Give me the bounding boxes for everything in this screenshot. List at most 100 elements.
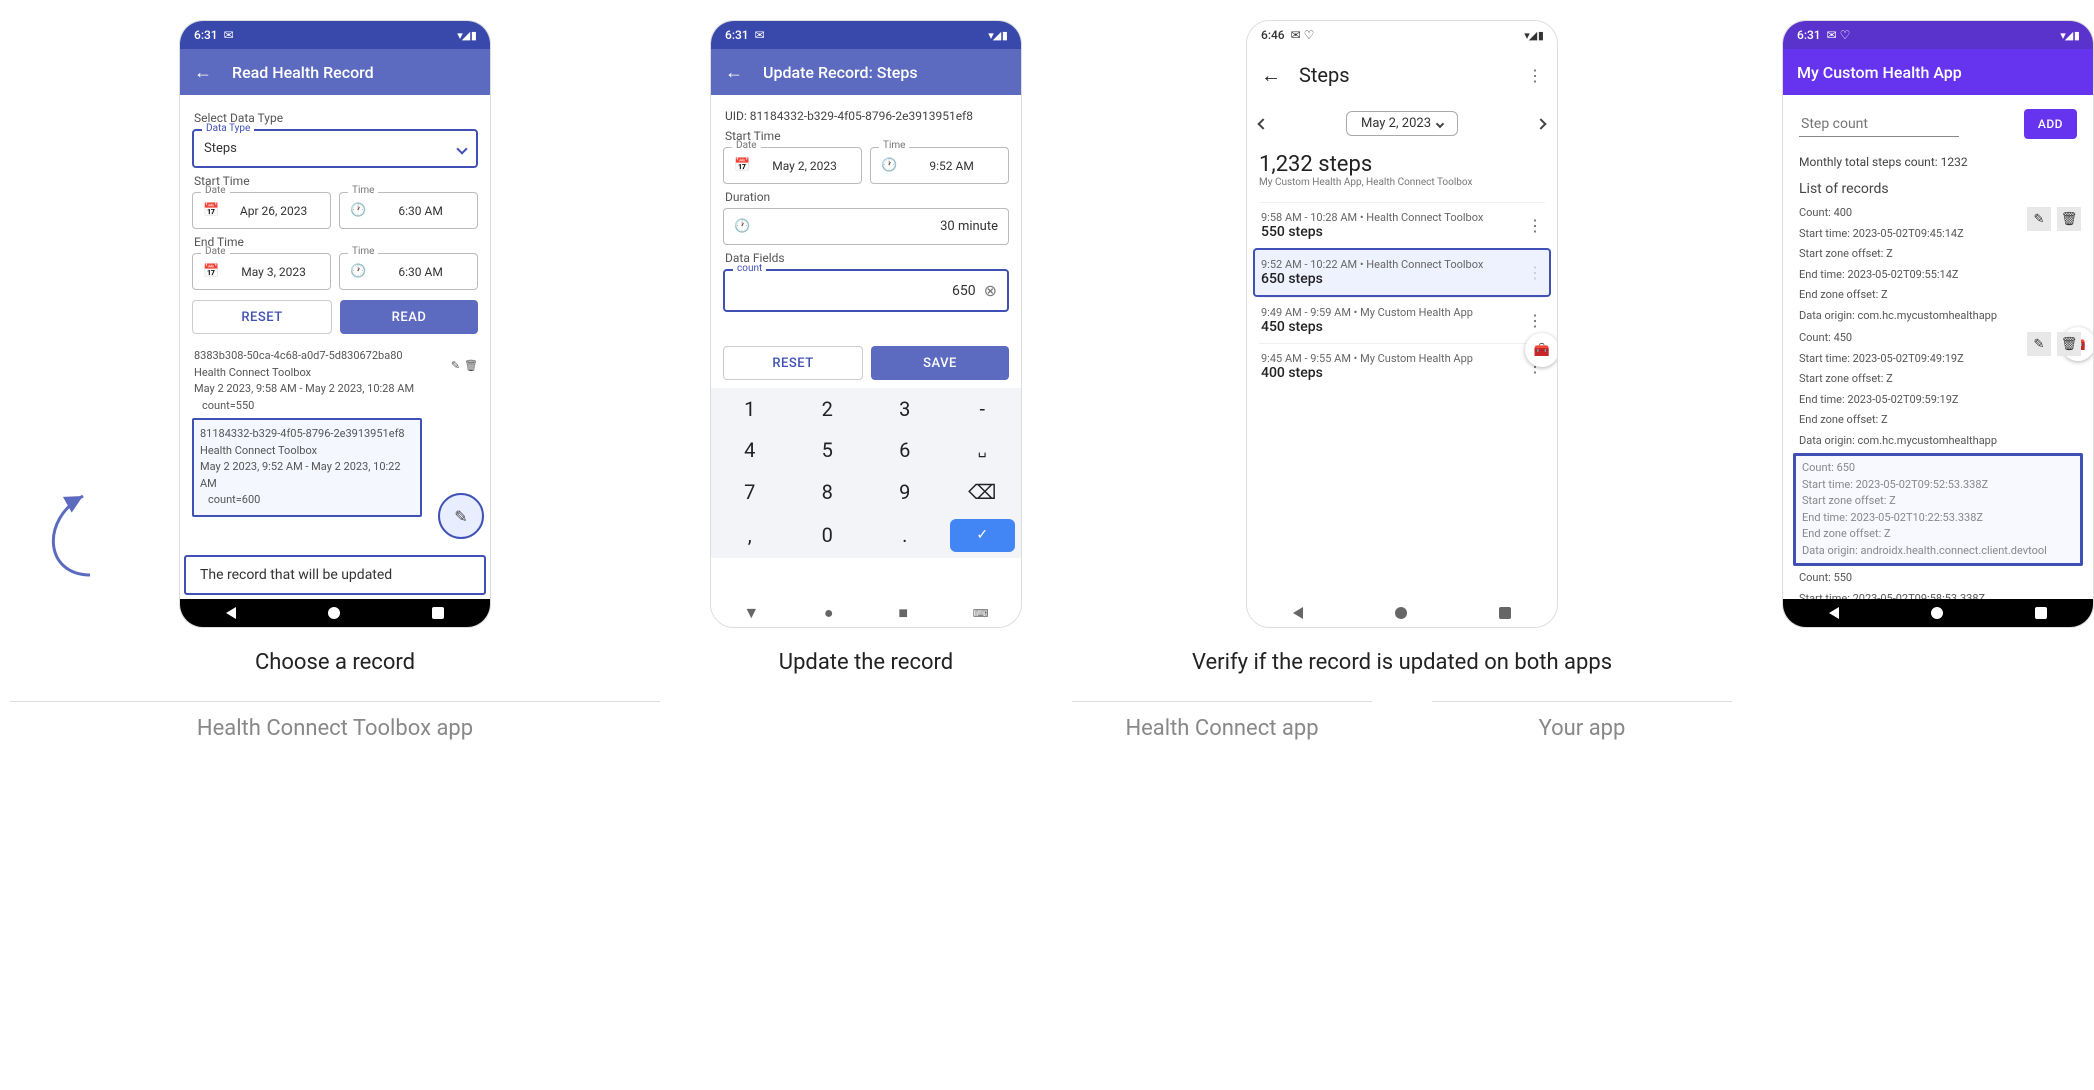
key-9[interactable]: 9 [866, 471, 944, 513]
record-item-selected: 81184332-b329-4f05-8796-2e3913951ef8 Hea… [192, 418, 422, 517]
end-date-input[interactable]: Date 📅 May 3, 2023 [192, 253, 331, 290]
count-input[interactable]: count 650 ⊗ [723, 269, 1009, 312]
divider [1432, 701, 1732, 702]
nav-recent-icon[interactable]: ■ [898, 603, 908, 623]
reset-button[interactable]: RESET [723, 346, 863, 380]
nav-home-icon[interactable] [328, 607, 340, 619]
steps-entry-highlighted[interactable]: 9:52 AM - 10:22 AM • Health Connect Tool… [1253, 248, 1551, 297]
phone-1: 6:31 ✉ ▾◢ ▮ ← Read Health Record Select … [179, 20, 491, 628]
start-time-label: Start Time [194, 174, 476, 188]
status-bar: 6:31 ✉ ▾◢ ▮ [711, 21, 1021, 49]
phone-3: 6:46 ✉ ♡ ▾◢ ▮ ← Steps ⋮ May 2, 2023 [1246, 20, 1558, 628]
add-button[interactable]: ADD [2024, 109, 2077, 139]
key-1[interactable]: 1 [711, 388, 789, 430]
key-3[interactable]: 3 [866, 388, 944, 430]
key-space[interactable]: ␣ [944, 430, 1022, 472]
delete-icon[interactable]: 🗑 [2057, 332, 2081, 356]
nav-home-icon[interactable] [1931, 607, 1943, 619]
nav-bar [1783, 599, 2093, 627]
key-6[interactable]: 6 [866, 430, 944, 472]
status-bar: 6:31 ✉ ▾◢ ▮ [180, 21, 490, 49]
datatype-select[interactable]: Data Type Steps [192, 129, 478, 168]
reset-button[interactable]: RESET [192, 300, 332, 334]
record-block: Count: 550Start time: 2023-05-02T09:58:5… [1799, 568, 2077, 599]
record-block: Count: 450Start time: 2023-05-02T09:49:1… [1799, 328, 2077, 451]
app-bar: ← Steps ⋮ [1247, 49, 1557, 95]
edit-highlight: ✎ [438, 493, 484, 539]
nav-back-icon[interactable] [1293, 607, 1303, 619]
nav-back-icon[interactable] [1829, 607, 1839, 619]
more-icon[interactable]: ⋮ [1527, 66, 1543, 85]
back-icon[interactable]: ← [725, 62, 743, 83]
date-picker[interactable]: May 2, 2023 [1346, 111, 1458, 136]
column-4: 6:31 ✉ ♡ ▾◢ ▮ My Custom Health App ADD M… [1782, 20, 2094, 700]
save-button[interactable]: SAVE [871, 346, 1009, 380]
screen: UID: 81184332-b329-4f05-8796-2e3913951ef… [711, 95, 1021, 599]
prev-day-icon[interactable] [1257, 118, 1268, 129]
start-date-input[interactable]: Date 📅 Apr 26, 2023 [192, 192, 331, 229]
nav-back-icon[interactable]: ▼ [743, 603, 759, 623]
sub-caption: Health Connect app [1062, 716, 1382, 741]
app-bar: My Custom Health App [1783, 49, 2093, 95]
duration-input[interactable]: 🕐 30 minute [723, 208, 1009, 245]
delete-icon[interactable]: 🗑 [464, 358, 478, 375]
keyboard-icon[interactable]: ⌨ [973, 607, 989, 620]
edit-icon[interactable]: ✎ [2027, 332, 2051, 356]
column-2: 6:31 ✉ ▾◢ ▮ ← Update Record: Steps UID: … [710, 20, 1022, 701]
start-time-input[interactable]: Time 🕐 6:30 AM [339, 192, 478, 229]
clock-icon: 🕐 [350, 203, 366, 218]
toolbox-fab[interactable]: 🧰 [1525, 333, 1557, 367]
key-done[interactable]: ✓ [950, 519, 1016, 553]
back-icon[interactable]: ← [1261, 63, 1281, 88]
nav-home-icon[interactable] [1395, 607, 1407, 619]
more-icon[interactable]: ⋮ [1527, 311, 1543, 330]
key-0[interactable]: 0 [789, 513, 867, 559]
key-backspace[interactable]: ⌫ [944, 471, 1022, 513]
steps-entry[interactable]: 9:49 AM - 9:59 AM • My Custom Health App… [1259, 297, 1545, 343]
next-day-icon[interactable] [1535, 118, 1546, 129]
date-input[interactable]: Date 📅 May 2, 2023 [723, 147, 862, 184]
key-8[interactable]: 8 [789, 471, 867, 513]
page-title: Read Health Record [232, 63, 374, 82]
end-time-input[interactable]: Time 🕐 6:30 AM [339, 253, 478, 290]
caption: Verify if the record is updated on both … [1192, 650, 1612, 675]
key-dash[interactable]: - [944, 388, 1022, 430]
back-icon[interactable]: ← [194, 62, 212, 83]
sub-caption: Your app [1422, 716, 1742, 741]
nav-recent-icon[interactable] [1499, 607, 1511, 619]
monthly-total: Monthly total steps count: 1232 [1799, 155, 2077, 169]
uid-label: UID: 81184332-b329-4f05-8796-2e3913951ef… [725, 109, 1007, 123]
read-button[interactable]: READ [340, 300, 478, 334]
steps-entry[interactable]: 9:45 AM - 9:55 AM • My Custom Health App… [1259, 343, 1545, 389]
edit-icon[interactable]: ✎ [454, 507, 467, 526]
key-2[interactable]: 2 [789, 388, 867, 430]
nav-home-icon[interactable]: ● [824, 603, 834, 623]
nav-recent-icon[interactable] [432, 607, 444, 619]
time-input[interactable]: Time 🕐 9:52 AM [870, 147, 1009, 184]
app-bar: ← Update Record: Steps [711, 49, 1021, 95]
more-icon[interactable]: ⋮ [1527, 263, 1543, 282]
key-comma[interactable]: , [711, 513, 789, 559]
page-title: My Custom Health App [1797, 63, 1962, 82]
app-bar: ← Read Health Record [180, 49, 490, 95]
key-dot[interactable]: . [866, 513, 944, 559]
delete-icon[interactable]: 🗑 [2057, 207, 2081, 231]
edit-icon[interactable]: ✎ [451, 358, 460, 375]
record-block: Count: 400Start time: 2023-05-02T09:45:1… [1799, 203, 2077, 326]
more-icon[interactable]: ⋮ [1527, 216, 1543, 235]
key-5[interactable]: 5 [789, 430, 867, 472]
nav-back-icon[interactable] [226, 607, 236, 619]
status-bar: 6:31 ✉ ♡ ▾◢ ▮ [1783, 21, 2093, 49]
edit-icon[interactable]: ✎ [2027, 207, 2051, 231]
steps-entry[interactable]: 9:58 AM - 10:28 AM • Health Connect Tool… [1259, 202, 1545, 248]
clear-icon[interactable]: ⊗ [984, 281, 997, 300]
key-4[interactable]: 4 [711, 430, 789, 472]
end-time-label: End Time [194, 235, 476, 249]
subtitle: My Custom Health App, Health Connect Too… [1259, 177, 1545, 188]
caption: Update the record [779, 650, 953, 675]
key-7[interactable]: 7 [711, 471, 789, 513]
step-count-input[interactable] [1799, 112, 1959, 137]
total-steps: 1,232 steps [1259, 152, 1545, 177]
nav-recent-icon[interactable] [2035, 607, 2047, 619]
list-title: List of records [1799, 181, 2077, 197]
